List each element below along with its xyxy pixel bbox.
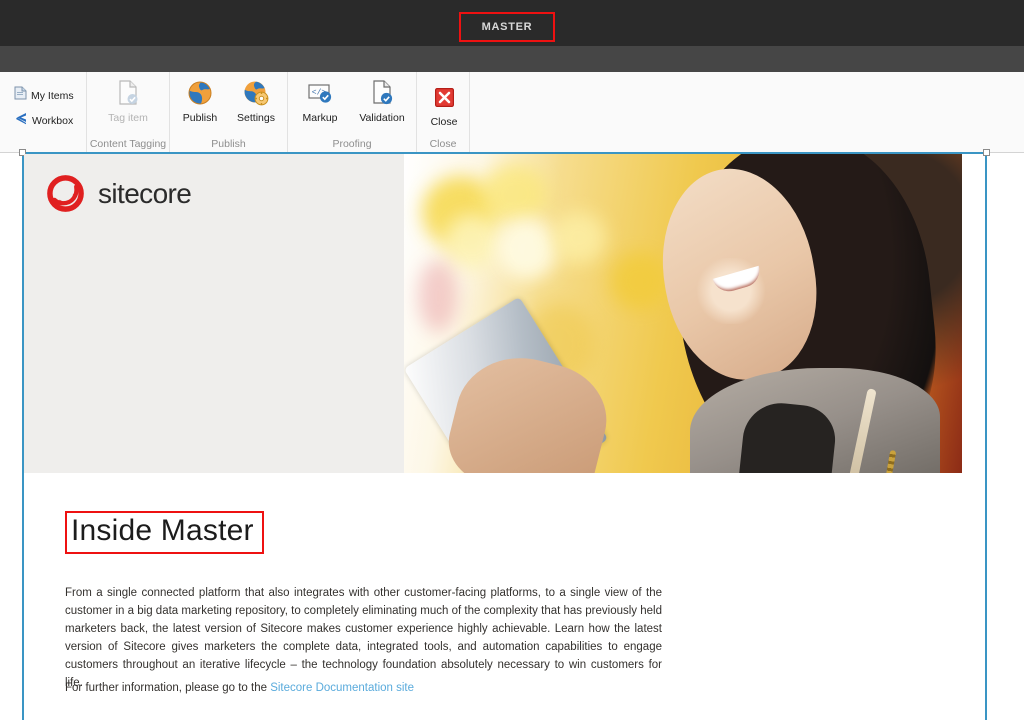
ribbon-group-close: Close Close [417, 72, 470, 153]
ribbon-group-review: My Items Workbox [0, 72, 87, 153]
markup-icon: </> [292, 78, 348, 108]
markup-label: Markup [302, 112, 337, 124]
resize-handle-top-right[interactable] [983, 149, 990, 156]
group-label-publish: Publish [170, 138, 287, 150]
paragraph-intro: From a single connected platform that al… [65, 585, 662, 693]
group-label-content-tagging: Content Tagging [87, 138, 169, 150]
paragraph-further-info: For further information, please go to th… [65, 680, 662, 698]
sitecore-documentation-link[interactable]: Sitecore Documentation site [270, 682, 414, 694]
bokeh [444, 214, 500, 270]
close-button[interactable]: Close [416, 82, 472, 130]
sitecore-mark-icon [46, 174, 85, 213]
my-items-button[interactable]: My Items [14, 86, 74, 105]
ribbon-group-publish: Publish Settings Publish [170, 72, 288, 153]
page-title-highlight: Inside Master [65, 511, 264, 554]
bokeh [418, 260, 458, 332]
window-top-bar: MASTER [0, 0, 1024, 46]
secondary-toolbar-strip [0, 46, 1024, 72]
group-label-close: Close [417, 138, 469, 150]
workbox-label: Workbox [32, 115, 73, 127]
close-label: Close [431, 116, 458, 128]
hero-banner: sitecore [24, 154, 962, 473]
sitecore-logo[interactable]: sitecore [46, 174, 191, 213]
group-label-proofing: Proofing [288, 138, 416, 150]
publish-globe-icon [172, 78, 228, 108]
my-items-icon [14, 86, 27, 105]
validation-label: Validation [359, 112, 404, 124]
workbox-button[interactable]: Workbox [14, 112, 73, 130]
workbox-icon [14, 112, 28, 130]
bokeh [496, 218, 558, 280]
ribbon-group-proofing: </> Markup Validation Proofing [288, 72, 417, 153]
close-red-x-icon [416, 82, 472, 112]
my-items-label: My Items [31, 90, 74, 102]
publish-button[interactable]: Publish [172, 78, 228, 126]
publish-settings-button[interactable]: Settings [228, 78, 284, 126]
tab-master-label: MASTER [482, 21, 533, 33]
hero-photo [404, 154, 962, 473]
tab-master[interactable]: MASTER [459, 12, 555, 42]
tag-item-button[interactable]: Tag item [100, 78, 156, 126]
publish-label: Publish [183, 112, 217, 124]
markup-button[interactable]: </> Markup [292, 78, 348, 126]
further-info-text: For further information, please go to th… [65, 682, 270, 694]
sitecore-wordmark: sitecore [98, 178, 191, 210]
publish-settings-label: Settings [237, 112, 275, 124]
page-title: Inside Master [71, 514, 254, 549]
tag-item-icon [100, 78, 156, 108]
validation-button[interactable]: Validation [354, 78, 410, 126]
publish-settings-icon [228, 78, 284, 108]
ribbon-toolbar: My Items Workbox Tag item [0, 72, 1024, 153]
validation-icon [354, 78, 410, 108]
ribbon-group-content-tagging: Tag item Content Tagging [87, 72, 170, 153]
bokeh [610, 252, 670, 310]
bokeh [482, 164, 548, 224]
tag-item-label: Tag item [108, 112, 148, 124]
bokeh [552, 212, 606, 264]
page-preview-frame[interactable]: sitecore Inside Master From a single con… [22, 152, 987, 720]
